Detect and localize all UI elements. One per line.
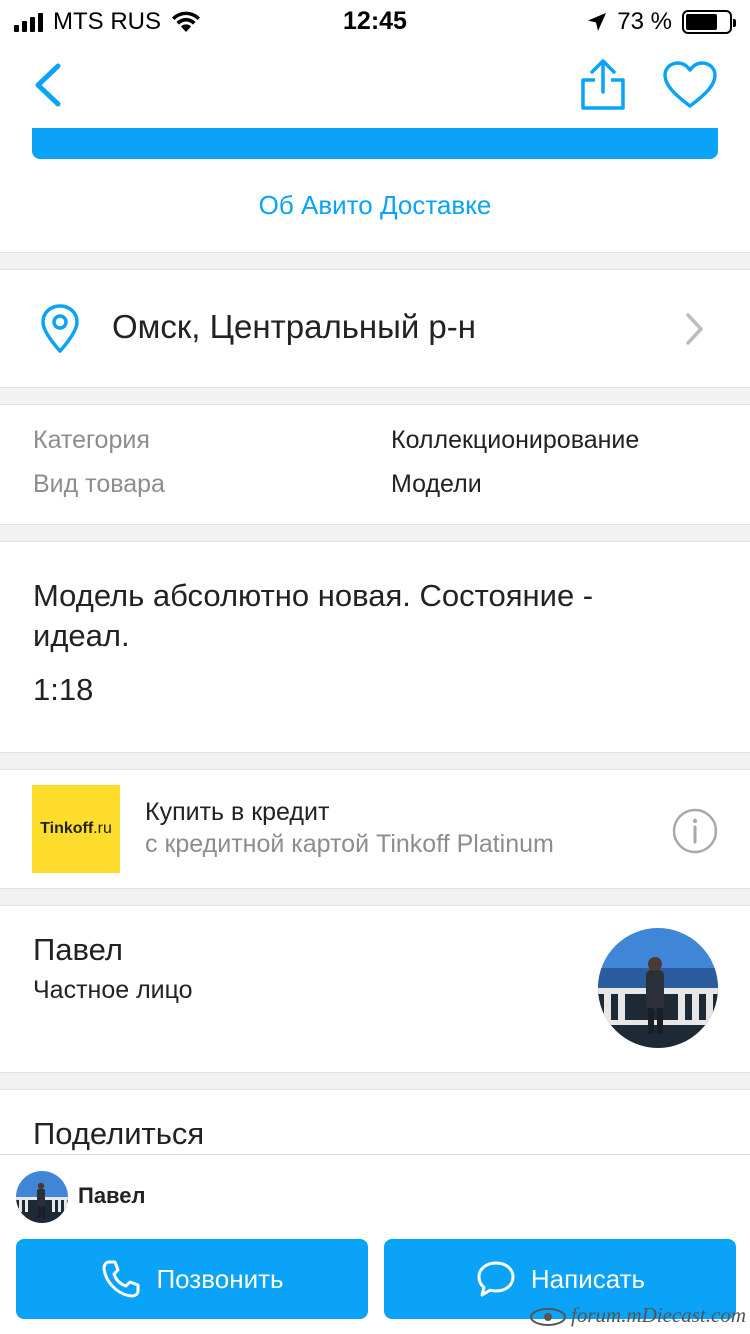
seller-card[interactable]: Павел Частное лицо <box>0 908 750 1072</box>
param-label: Вид товара <box>33 470 165 498</box>
call-button[interactable]: Позвонить <box>16 1239 368 1319</box>
tinkoff-logo-suffix: .ru <box>93 820 112 837</box>
share-title: Поделиться <box>33 1116 205 1151</box>
tinkoff-logo: Tinkoff .ru <box>32 785 120 873</box>
section-divider <box>0 752 750 770</box>
credit-subtitle: с кредитной картой Tinkoff Platinum <box>145 830 554 858</box>
delivery-buy-button[interactable] <box>32 128 718 159</box>
status-bar: MTS RUS 12:45 73 % <box>0 0 750 40</box>
location-text: Омск, Центральный р-н <box>112 308 476 345</box>
battery-icon <box>682 10 736 34</box>
watermark: forum.mDiecast.com <box>529 1303 746 1328</box>
param-value: Коллекционирование <box>391 426 640 454</box>
call-label: Позвонить <box>156 1263 284 1294</box>
status-right: 73 % <box>587 8 736 36</box>
write-label: Написать <box>530 1263 646 1294</box>
tinkoff-logo-text: Tinkoff <box>40 820 94 837</box>
param-row: Категория Коллекционирование <box>0 426 750 470</box>
listing-content[interactable]: Об Авито Доставке Омск, Центральный р-н … <box>0 128 750 1154</box>
battery-percent: 73 % <box>617 8 672 35</box>
location-row[interactable]: Омск, Центральный р-н <box>0 268 750 386</box>
chevron-right-icon <box>686 313 703 345</box>
credit-title: Купить в кредит <box>145 798 330 826</box>
section-divider <box>0 387 750 405</box>
section-divider <box>0 888 750 906</box>
description-text: Модель абсолютно новая. Состояние - идеа… <box>33 578 594 653</box>
param-label: Категория <box>33 426 150 454</box>
section-divider <box>0 1072 750 1090</box>
seller-type: Частное лицо <box>33 976 193 1004</box>
phone-icon <box>102 1260 140 1298</box>
credit-offer[interactable]: Tinkoff .ru Купить в кредит с кредитной к… <box>0 770 750 888</box>
contact-bar: Павел Позвонить Написать forum.mDiecast.… <box>0 1154 750 1334</box>
param-row: Вид товара Модели <box>0 470 750 514</box>
description-scale: 1:18 <box>33 672 94 707</box>
heart-icon[interactable] <box>662 60 718 110</box>
about-delivery-link[interactable]: Об Авито Доставке <box>0 190 750 221</box>
nav-bar <box>0 40 750 128</box>
section-divider <box>0 524 750 542</box>
param-value: Модели <box>391 470 482 498</box>
seller-avatar[interactable] <box>598 928 718 1048</box>
location-arrow-icon <box>588 13 607 31</box>
chat-bubble-icon <box>477 1261 515 1297</box>
info-icon[interactable] <box>672 808 718 854</box>
bottom-seller-name: Павел <box>78 1183 146 1208</box>
share-icon[interactable] <box>578 58 628 112</box>
watermark-text: forum.mDiecast.com <box>571 1303 746 1327</box>
params-list: Категория Коллекционирование Вид товара … <box>0 406 750 524</box>
seller-avatar-small[interactable] <box>16 1171 68 1223</box>
seller-name[interactable]: Павел <box>33 932 123 968</box>
chevron-left-icon[interactable] <box>28 60 68 110</box>
battery-fill <box>686 14 717 30</box>
map-pin-icon <box>41 304 79 353</box>
eye-logo-icon <box>530 1308 567 1327</box>
